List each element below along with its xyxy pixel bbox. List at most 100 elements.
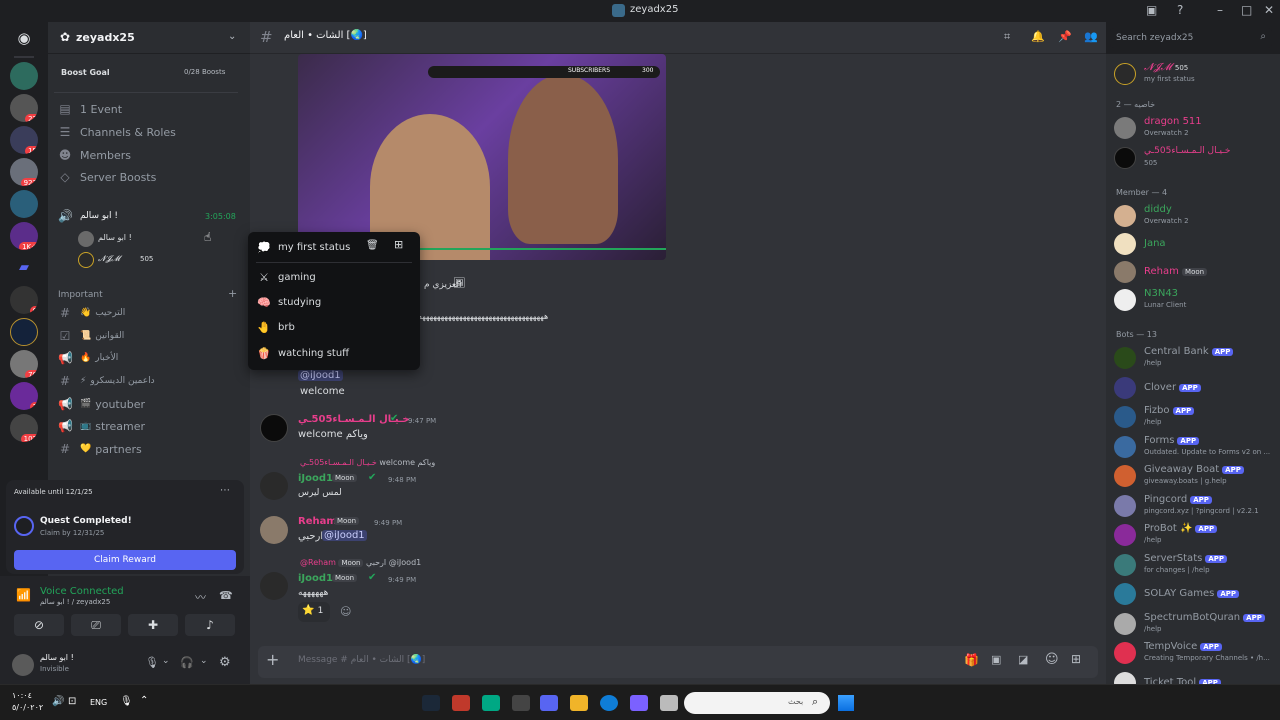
member-item[interactable]: dragon 511 Overwatch 2	[1114, 114, 1280, 142]
bot-member-item[interactable]: Forms APP Outdated. Update to Forms v2 on …	[1114, 433, 1280, 461]
network-icon[interactable]: ⊡	[68, 696, 76, 707]
avatar[interactable]	[260, 516, 288, 544]
channel-news[interactable]: 📢 🔥 الأخبار	[58, 347, 238, 369]
app-icon[interactable]	[512, 695, 530, 711]
sticker-icon[interactable]: ◪	[1018, 653, 1028, 666]
bot-member-item[interactable]: Pingcord APP pingcord.xyz | ?pingcord | v2…	[1114, 492, 1280, 520]
voice-status[interactable]: Voice Connected	[40, 586, 124, 597]
boost-goal-bar[interactable]: Boost Goal 0/28 Boosts	[54, 64, 238, 82]
home-button[interactable]: ◉	[10, 24, 38, 52]
apps-icon[interactable]: ⊞	[1071, 652, 1081, 666]
steam-icon[interactable]	[422, 695, 440, 711]
bell-icon[interactable]: 🔔	[1031, 30, 1045, 43]
member-item[interactable]: diddy Overwatch 2	[1114, 202, 1280, 230]
search-input[interactable]: Search zeyadx25 ⌕	[1110, 28, 1272, 48]
status-option[interactable]: 🍿 watching stuff	[256, 342, 412, 364]
members-icon[interactable]: 👥	[1084, 30, 1098, 43]
screen-share-button[interactable]: ⎚	[71, 614, 121, 636]
server-icon[interactable]: 1K+	[10, 222, 38, 250]
channel-rules[interactable]: ☑ 📜 القوانين	[58, 325, 238, 347]
camera-off-button[interactable]: ⊘	[14, 614, 64, 636]
events-link[interactable]: ▤ 1 Event	[58, 98, 238, 120]
channel-partners[interactable]: # 💛 partners	[58, 438, 238, 460]
discord-icon[interactable]	[540, 695, 558, 711]
member-item[interactable]: Reham Moon	[1114, 258, 1280, 286]
avatar[interactable]	[12, 654, 34, 676]
gift-icon[interactable]: 🎁	[964, 653, 979, 667]
channel-streamer[interactable]: 📢 📺 streamer	[58, 415, 238, 437]
activities-button[interactable]: ✚	[128, 614, 178, 636]
add-reaction-icon[interactable]: ☺	[340, 605, 351, 618]
chevron-down-icon[interactable]: ⌄	[162, 656, 170, 666]
bot-member-item[interactable]: ServerStats APP for changes | /help	[1114, 551, 1280, 579]
taskbar-search-input[interactable]: بحث ⌕	[684, 692, 830, 714]
server-icon[interactable]: 1	[10, 382, 38, 410]
gif-icon[interactable]: ▣	[991, 653, 1001, 666]
windows-start-icon[interactable]	[838, 695, 854, 711]
member-item[interactable]: 𝓝𝓙𝓜 505 my first status	[1114, 60, 1280, 88]
channel-supporters[interactable]: # ⚡ داعمين الديسكرو	[58, 370, 238, 392]
server-icon[interactable]: 6	[10, 286, 38, 314]
bot-member-item[interactable]: ProBot ✨ APP/help	[1114, 521, 1280, 549]
threads-icon[interactable]: ⌗	[1004, 30, 1010, 44]
avatar[interactable]	[260, 572, 288, 600]
edit-status-icon[interactable]: ⊞	[394, 238, 403, 251]
message-author[interactable]: iJood1	[298, 573, 333, 584]
plus-icon[interactable]: +	[266, 650, 279, 669]
bot-member-item[interactable]: SpectrumBotQuran APP/help	[1114, 610, 1280, 638]
close-icon[interactable]: ✕	[1264, 3, 1274, 17]
member-item[interactable]: N3N43 Lunar Client	[1114, 286, 1280, 314]
server-icon[interactable]: 102	[10, 414, 38, 442]
server-icon[interactable]	[10, 190, 38, 218]
inbox-icon[interactable]: ▣	[1146, 3, 1157, 17]
video-embed[interactable]: SUBSCRIBERS 300	[298, 54, 666, 260]
bot-member-item[interactable]: SOLAY Games APP	[1114, 580, 1280, 608]
reaction-button[interactable]: ⭐ 1	[298, 602, 330, 622]
soundboard-button[interactable]: ♪	[185, 614, 235, 636]
edge-icon[interactable]	[600, 695, 618, 711]
minimize-icon[interactable]: –	[1217, 3, 1223, 17]
server-boosts-link[interactable]: ◇ Server Boosts	[58, 166, 238, 188]
chevron-up-icon[interactable]: ⌃	[140, 695, 148, 706]
status-option[interactable]: 🤚 brb	[256, 316, 412, 338]
game-icon[interactable]	[452, 695, 470, 711]
bot-member-item[interactable]: Giveaway Boat APP giveaway.boats | g.help	[1114, 462, 1280, 490]
chevron-down-icon[interactable]: ⌄	[200, 656, 208, 666]
help-icon[interactable]: ?	[1177, 3, 1183, 17]
server-header[interactable]: ✿ zeyadx25 ⌄	[48, 22, 250, 54]
server-icon[interactable]: 15	[10, 126, 38, 154]
maximize-icon[interactable]: □	[1241, 3, 1252, 17]
folder-icon[interactable]	[570, 695, 588, 711]
voice-user[interactable]: 𝓝𝓙𝓜 505	[78, 251, 238, 269]
bot-member-item[interactable]: Central Bank APP/help	[1114, 344, 1280, 372]
member-item[interactable]: Jana	[1114, 230, 1280, 258]
current-status[interactable]: 💭 my first status 🗑	[256, 236, 412, 258]
bot-member-item[interactable]: Clover APP	[1114, 374, 1280, 402]
app-icon[interactable]	[482, 695, 500, 711]
category-important[interactable]: Important	[58, 290, 103, 300]
more-icon[interactable]: ⋯	[220, 485, 230, 496]
microphone-icon[interactable]: 🎙	[145, 656, 159, 669]
members-link[interactable]: ☻ Members	[58, 144, 238, 166]
delete-icon[interactable]: 🗑	[366, 240, 379, 251]
language-indicator[interactable]: ENG	[90, 698, 107, 707]
channels-roles-link[interactable]: ☰ Channels & Roles	[58, 121, 238, 143]
channel-welcome[interactable]: # 👋 الترحيب	[58, 302, 238, 324]
server-icon[interactable]: 22	[10, 94, 38, 122]
avatar[interactable]	[260, 472, 288, 500]
message-author[interactable]: Reham	[298, 516, 337, 527]
server-icon[interactable]	[10, 318, 38, 346]
status-option[interactable]: 🧠 studying	[256, 291, 412, 313]
reply-author[interactable]: @Reham	[300, 558, 336, 567]
claim-reward-button[interactable]: Claim Reward	[14, 550, 236, 570]
member-item[interactable]: خـيـال الـمـسـاء505ـي 505	[1114, 144, 1280, 172]
volume-icon[interactable]: 🔊	[52, 696, 64, 707]
settings-icon[interactable]: ⚙	[219, 655, 231, 670]
avatar[interactable]	[260, 414, 288, 442]
folder-icon[interactable]: ▰	[10, 254, 38, 282]
mention[interactable]: @iJood1	[298, 370, 343, 381]
headphones-icon[interactable]: 🎧	[180, 656, 194, 669]
server-icon[interactable]	[10, 62, 38, 90]
voice-user[interactable]: ابو سالم !	[78, 230, 238, 248]
bot-member-item[interactable]: TempVoice APP Creating Temporary Channels …	[1114, 639, 1280, 667]
